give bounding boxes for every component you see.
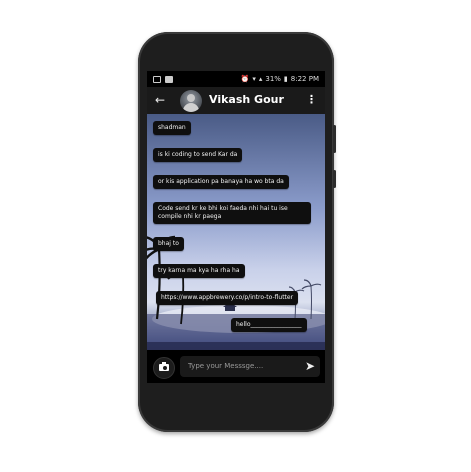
send-icon[interactable]: ➤ [305,360,315,373]
avatar-head [187,94,195,102]
status-bar: ⏰ ▾ ▴ 31% ▮ 8:22 PM [147,71,325,87]
alarm-icon: ⏰ [240,75,250,83]
power-button [333,170,336,188]
message-input-placeholder: Type your Messsge.... [188,362,264,370]
battery-level: 31% [265,75,281,83]
chat-area[interactable]: shadman is ki coding to send Kar da or k… [147,114,325,383]
message-bubble-sent[interactable]: hello_________________ [231,318,307,332]
contact-name[interactable]: Vikash Gour [209,92,284,108]
message-bubble[interactable]: or kis application pa banaya ha wo bta d… [153,175,289,189]
wifi-icon: ▾ [252,75,256,83]
message-bubble[interactable]: is ki coding to send Kar da [153,148,243,162]
chat-app-bar: ← Vikash Gour ⋮ [147,87,325,114]
avatar-body [183,103,199,112]
avatar[interactable] [180,90,202,112]
more-vert-icon[interactable]: ⋮ [306,92,317,108]
message-composer: Type your Messsge.... ➤ [147,350,325,383]
signal-icon: ▴ [258,75,263,83]
camera-icon-lens [162,365,168,371]
message-input[interactable]: Type your Messsge.... ➤ [180,356,320,377]
camera-icon[interactable] [153,357,175,379]
arrow-back-icon[interactable]: ← [155,92,165,108]
youtube-icon [165,75,173,83]
notification-icon [153,75,161,83]
message-bubble[interactable]: Code send kr ke bhi koi faeda nhi hai tu… [153,202,311,224]
clock: 8:22 PM [290,75,319,83]
message-bubble[interactable]: try karna ma kya ha rha ha [153,264,245,278]
volume-button [333,125,336,153]
message-bubble[interactable]: shadman [153,121,191,135]
phone-screen: ⏰ ▾ ▴ 31% ▮ 8:22 PM ← Vikash Gour ⋮ shad… [147,71,325,383]
message-bubble-link[interactable]: https://www.appbrewery.co/p/intro-to-flu… [156,291,299,305]
message-bubble[interactable]: bhaj to [153,237,184,251]
battery-icon: ▮ [283,75,288,83]
